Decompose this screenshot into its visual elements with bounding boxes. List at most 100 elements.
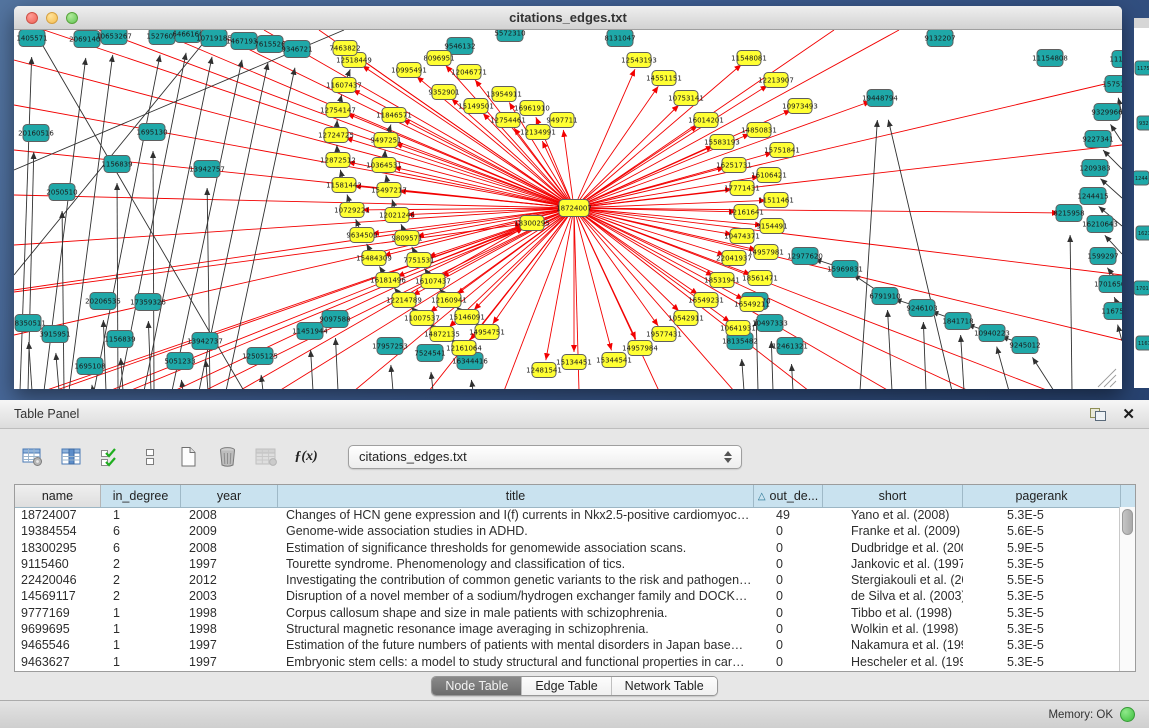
graph-node[interactable]: 9634509 (346, 228, 377, 243)
graph-node[interactable]: 10542911 (668, 311, 704, 326)
graph-node[interactable]: 12872512 (320, 153, 356, 168)
graph-node[interactable]: 9329966 (1091, 104, 1122, 121)
graph-node[interactable]: 9227341 (1082, 131, 1113, 148)
network-window-titlebar[interactable]: citations_edges.txt (14, 6, 1122, 30)
graph-node[interactable]: 1156839 (101, 156, 132, 173)
graph-node[interactable]: 9352901 (428, 85, 459, 100)
tab-network-table[interactable]: Network Table (612, 677, 717, 695)
graph-node[interactable]: 9097588 (319, 311, 350, 328)
window-resize-grip[interactable] (1098, 369, 1116, 387)
graph-node[interactable]: 13954911 (486, 87, 522, 102)
graph-node[interactable]: 16106421 (751, 168, 787, 183)
graph-node[interactable]: 13942757 (189, 161, 225, 178)
network-canvas[interactable]: 1872400718300295140557120691406106532671… (14, 30, 1122, 389)
graph-node[interactable]: 12160941 (431, 293, 467, 308)
graph-node[interactable]: 15751841 (764, 143, 800, 158)
graph-node[interactable]: 18531941 (704, 273, 740, 288)
graph-node[interactable]: 16210643 (1082, 216, 1118, 233)
graph-node[interactable]: 15484309 (356, 251, 392, 266)
graph-node[interactable]: 14957984 (622, 341, 658, 356)
graph-node[interactable]: 12724725 (318, 128, 354, 143)
table-selector-dropdown[interactable]: citations_edges.txt (348, 445, 742, 469)
graph-node[interactable]: 11511461 (758, 193, 794, 208)
graph-node[interactable]: 2050510 (46, 184, 77, 201)
graph-node[interactable]: 11548081 (731, 51, 767, 66)
column-header-name[interactable]: name (15, 485, 101, 507)
graph-node[interactable]: 8096951 (423, 51, 454, 66)
graph-node[interactable]: 7524541 (414, 345, 445, 362)
graph-node[interactable]: 18724007 (556, 200, 592, 217)
graph-node[interactable]: 17359326 (130, 294, 166, 311)
graph-node[interactable]: 18561471 (742, 271, 778, 286)
column-header-title[interactable]: title (278, 485, 754, 507)
delete-column-button[interactable] (213, 444, 243, 470)
table-row[interactable]: 969969511998Structural magnetic resonanc… (15, 621, 1119, 637)
graph-node[interactable]: 10497333 (752, 315, 788, 332)
table-row[interactable]: 946554611997Estimation of the future num… (15, 637, 1119, 653)
graph-node[interactable]: 20206535 (85, 293, 121, 310)
graph-node[interactable]: 10729221 (334, 203, 370, 218)
select-all-button[interactable] (96, 444, 126, 470)
graph-node[interactable]: 9346721 (281, 41, 312, 58)
table-row[interactable]: 1456911722003Disruption of a novel membe… (15, 588, 1119, 604)
graph-node[interactable]: 12161641 (728, 205, 764, 220)
graph-node[interactable]: 10653267 (96, 30, 132, 45)
graph-node[interactable]: 1695130 (136, 124, 167, 141)
table-row[interactable]: 911546021997Tourette syndrome. Phenomeno… (15, 556, 1119, 572)
graph-node[interactable]: 10940223 (974, 325, 1010, 342)
graph-node[interactable]: 12754461 (490, 113, 526, 128)
unselect-all-button[interactable] (135, 444, 165, 470)
function-builder-button[interactable]: ƒ(x) (291, 444, 321, 470)
graph-node[interactable]: 1209383 (1079, 160, 1110, 177)
graph-node[interactable]: 1244415 (1077, 188, 1108, 205)
graph-node[interactable]: 3915951 (39, 326, 70, 343)
minimize-button[interactable] (46, 12, 58, 24)
graph-node[interactable]: 12213907 (758, 73, 794, 88)
float-panel-icon[interactable] (1090, 408, 1106, 421)
graph-node[interactable]: 9809571 (391, 231, 422, 246)
graph-node[interactable]: 16549231 (688, 293, 724, 308)
graph-node[interactable]: 12977620 (787, 248, 823, 265)
graph-node[interactable]: 5051233 (164, 353, 195, 370)
graph-node[interactable]: 12543193 (621, 53, 657, 68)
graph-node[interactable]: 1841718 (942, 313, 973, 330)
graph-node[interactable]: 9132207 (924, 30, 955, 47)
zoom-button[interactable] (66, 12, 78, 24)
graph-node[interactable]: 15969831 (827, 261, 863, 278)
graph-node[interactable]: 10995491 (391, 63, 427, 78)
graph-node[interactable]: 7751531 (403, 253, 434, 268)
graph-node[interactable]: 9497711 (546, 113, 577, 128)
graph-node[interactable]: 1156839 (104, 331, 135, 348)
graph-node[interactable]: 15344541 (596, 353, 632, 368)
column-header-year[interactable]: year (181, 485, 278, 507)
tab-node-table[interactable]: Node Table (432, 677, 522, 695)
graph-node[interactable]: 8215958 (1053, 205, 1084, 222)
graph-node[interactable]: 10753141 (668, 91, 704, 106)
graph-node[interactable]: 1167533 (1101, 303, 1122, 320)
graph-node[interactable]: 12134991 (520, 125, 556, 140)
graph-node[interactable]: 1117531 (1109, 51, 1122, 68)
graph-node[interactable]: 10364531 (366, 158, 402, 173)
delete-table-button[interactable] (252, 444, 282, 470)
table-row[interactable]: 1938455462009Genome-wide association stu… (15, 523, 1119, 539)
table-mode-button[interactable] (18, 444, 48, 470)
graph-node[interactable]: 6791910 (869, 288, 900, 305)
column-header-short[interactable]: short (823, 485, 963, 507)
graph-node[interactable]: 1405571 (16, 30, 47, 47)
graph-node[interactable]: 10474371 (724, 229, 760, 244)
graph-node[interactable]: 17771431 (724, 181, 760, 196)
graph-node[interactable]: 1599297 (1087, 248, 1118, 265)
column-header-pagerank[interactable]: pagerank (963, 485, 1121, 507)
graph-node[interactable]: 9245012 (1009, 337, 1040, 354)
column-header-out_de[interactable]: △out_de... (754, 485, 823, 507)
close-panel-icon[interactable]: ✕ (1122, 407, 1135, 422)
graph-node[interactable]: 8131047 (604, 30, 635, 47)
graph-node[interactable]: 5572310 (494, 30, 525, 42)
scrollbar-thumb[interactable] (1122, 509, 1133, 535)
network-view[interactable]: 1872400718300295140557120691406106532671… (14, 30, 1122, 389)
graph-node[interactable]: 11846571 (376, 108, 412, 123)
graph-node[interactable]: 9497251 (370, 133, 401, 148)
table-row[interactable]: 2242004622012Investigating the contribut… (15, 572, 1119, 588)
graph-node[interactable]: 7463822 (329, 41, 360, 56)
graph-node[interactable]: 11007537 (404, 311, 440, 326)
